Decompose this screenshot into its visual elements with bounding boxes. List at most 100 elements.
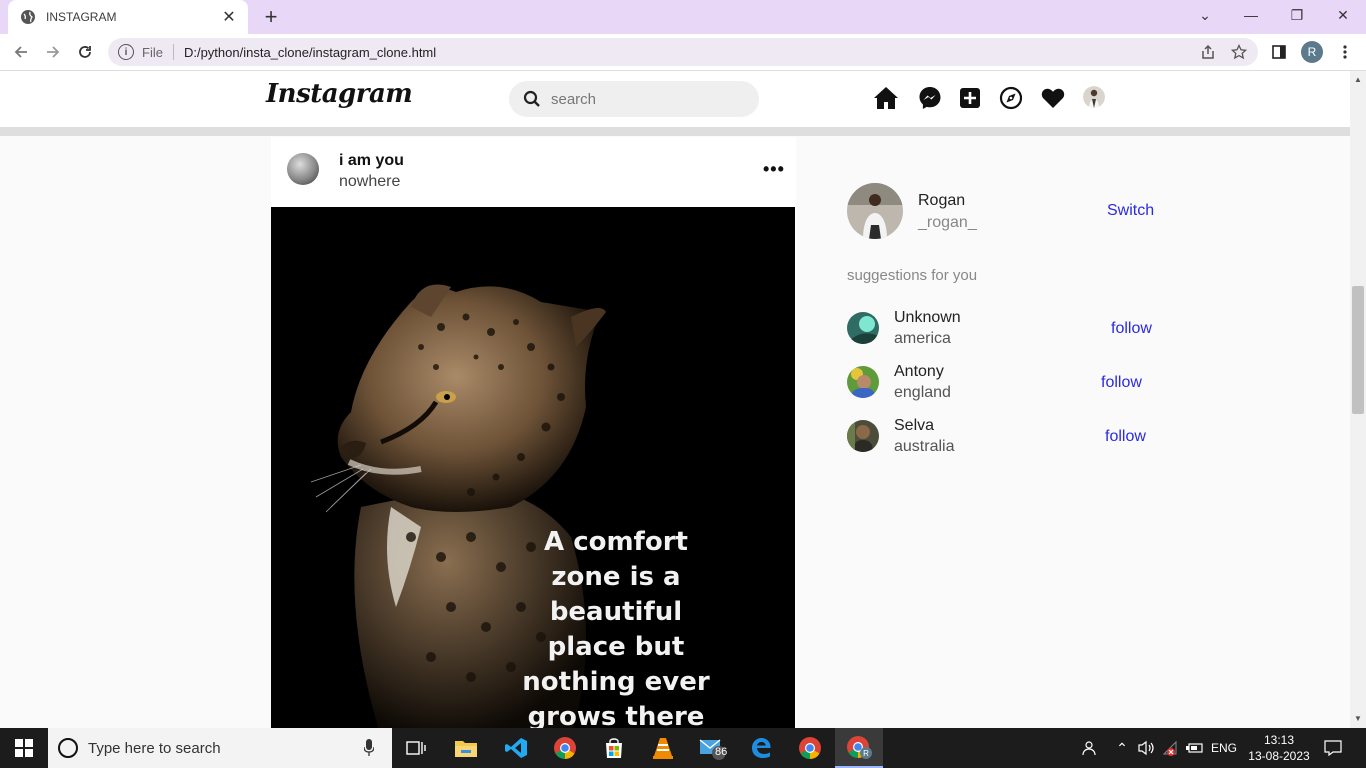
show-hidden-icons-chevron-icon[interactable]: ⌃	[1112, 728, 1132, 768]
share-icon[interactable]	[1195, 38, 1221, 66]
explore-compass-icon[interactable]	[998, 85, 1024, 111]
battery-icon[interactable]	[1184, 728, 1206, 768]
chrome-icon[interactable]	[786, 728, 834, 768]
chrome-icon[interactable]	[541, 728, 589, 768]
vlc-icon[interactable]	[639, 728, 687, 768]
scroll-down-arrow-icon[interactable]: ▼	[1354, 714, 1362, 723]
suggestion-location: england	[894, 384, 951, 401]
scrollbar-thumb[interactable]	[1352, 286, 1364, 414]
microsoft-store-icon[interactable]	[590, 728, 638, 768]
windows-logo-icon	[15, 739, 33, 757]
post-card: i am you nowhere ••• A comfort zone is a…	[271, 137, 796, 728]
volume-icon[interactable]	[1134, 728, 1158, 768]
taskbar-search-placeholder: Type here to search	[88, 739, 221, 757]
restore-button[interactable]: ❐	[1274, 0, 1320, 30]
suggestion-avatar[interactable]	[847, 366, 879, 398]
post-header: i am you nowhere •••	[271, 137, 796, 207]
current-user-avatar[interactable]	[847, 183, 903, 239]
tab-search-button[interactable]: ⌄	[1182, 0, 1228, 30]
search-icon	[523, 90, 540, 107]
people-icon[interactable]	[1074, 728, 1102, 768]
mail-icon[interactable]: 86	[688, 728, 736, 768]
windows-taskbar: Type here to search 86 R ⌃ ENG 13:13 13-…	[0, 728, 1366, 768]
quote-line: beautiful	[549, 597, 683, 627]
vscode-icon[interactable]	[492, 728, 540, 768]
switch-account-link[interactable]: Switch	[1107, 202, 1154, 220]
quote-line: A comfort	[544, 527, 688, 557]
chrome-profile-icon[interactable]: R	[835, 728, 883, 768]
forward-button[interactable]	[40, 39, 66, 65]
cortana-circle-icon	[58, 738, 78, 758]
add-post-icon[interactable]	[957, 85, 983, 111]
clock-time: 13:13	[1263, 733, 1295, 747]
edge-icon[interactable]	[737, 728, 785, 768]
profile-avatar[interactable]	[1083, 86, 1105, 108]
suggestion-location: australia	[894, 438, 955, 455]
profile-avatar-button[interactable]: R	[1301, 41, 1323, 63]
taskbar-search-box[interactable]: Type here to search	[48, 728, 392, 768]
svg-text:R: R	[863, 749, 869, 758]
suggestion-avatar[interactable]	[847, 312, 879, 344]
scroll-up-arrow-icon[interactable]: ▲	[1354, 75, 1362, 84]
network-disconnected-icon[interactable]	[1160, 728, 1182, 768]
browser-tab-strip: INSTAGRAM ✕ + ⌄ — ❐ ✕	[0, 0, 1366, 34]
back-arrow-icon	[14, 46, 27, 58]
reload-icon	[79, 46, 91, 58]
quote-line: place but	[547, 632, 685, 662]
start-button[interactable]	[0, 728, 48, 768]
header-divider	[0, 127, 1350, 136]
url-text[interactable]: D:/python/insta_clone/instagram_clone.ht…	[184, 45, 436, 60]
suggestion-name: Antony	[894, 363, 944, 380]
reload-button[interactable]	[72, 39, 98, 65]
bookmark-star-icon[interactable]	[1226, 38, 1252, 66]
side-panel-icon	[1272, 45, 1286, 59]
language-indicator[interactable]: ENG	[1208, 728, 1240, 768]
tab-close-icon[interactable]: ✕	[220, 7, 238, 27]
quote-line: zone is a	[551, 562, 681, 592]
notifications-icon[interactable]	[1318, 728, 1348, 768]
instagram-logo[interactable]: Instagram	[266, 79, 413, 109]
site-info-icon[interactable]: i	[118, 44, 134, 60]
page-scrollbar[interactable]: ▲ ▼	[1350, 71, 1366, 728]
clock[interactable]: 13:13 13-08-2023	[1246, 728, 1312, 768]
follow-button[interactable]: follow	[1101, 374, 1142, 392]
suggestion-name: Selva	[894, 417, 935, 434]
microphone-icon[interactable]	[364, 739, 374, 757]
browser-menu-icon[interactable]	[1332, 39, 1358, 65]
follow-button[interactable]: follow	[1105, 428, 1146, 446]
current-user-name: Rogan	[918, 192, 966, 209]
close-window-button[interactable]: ✕	[1320, 0, 1366, 30]
more-options-icon[interactable]: •••	[763, 159, 785, 180]
suggestion-location: america	[894, 330, 951, 347]
browser-tab[interactable]: INSTAGRAM ✕	[8, 0, 248, 34]
follow-button[interactable]: follow	[1111, 320, 1152, 338]
quote-line: grows there	[527, 702, 705, 728]
home-icon[interactable]	[873, 85, 899, 111]
task-view-icon[interactable]	[392, 728, 440, 768]
side-panel-button[interactable]	[1266, 39, 1292, 65]
search-input[interactable]	[551, 90, 731, 108]
suggestion-name: Unknown	[894, 309, 961, 326]
post-username[interactable]: i am you	[339, 152, 404, 170]
post-location: nowhere	[339, 173, 401, 190]
post-author-avatar[interactable]	[287, 153, 319, 185]
file-explorer-icon[interactable]	[442, 728, 490, 768]
ig-header: Instagram	[0, 71, 1350, 127]
page-viewport: Instagram i am you nowhere •••	[0, 71, 1350, 728]
url-scheme-label: File	[142, 44, 163, 60]
address-bar[interactable]: i File D:/python/insta_clone/instagram_c…	[108, 38, 1258, 66]
tab-title: INSTAGRAM	[46, 10, 117, 24]
post-image[interactable]: A comfort zone is a beautiful place but …	[271, 207, 795, 728]
browser-toolbar: i File D:/python/insta_clone/instagram_c…	[0, 34, 1366, 71]
new-tab-button[interactable]: +	[258, 4, 284, 30]
forward-arrow-icon	[47, 46, 60, 58]
minimize-button[interactable]: —	[1228, 0, 1274, 30]
search-bar[interactable]	[509, 81, 759, 117]
quote-line: nothing ever	[522, 667, 710, 697]
mail-badge: 86	[715, 746, 728, 758]
back-button[interactable]	[8, 39, 34, 65]
suggestion-avatar[interactable]	[847, 420, 879, 452]
omnibox-divider	[172, 44, 174, 60]
messenger-icon[interactable]	[917, 85, 943, 111]
heart-icon[interactable]	[1040, 85, 1066, 111]
